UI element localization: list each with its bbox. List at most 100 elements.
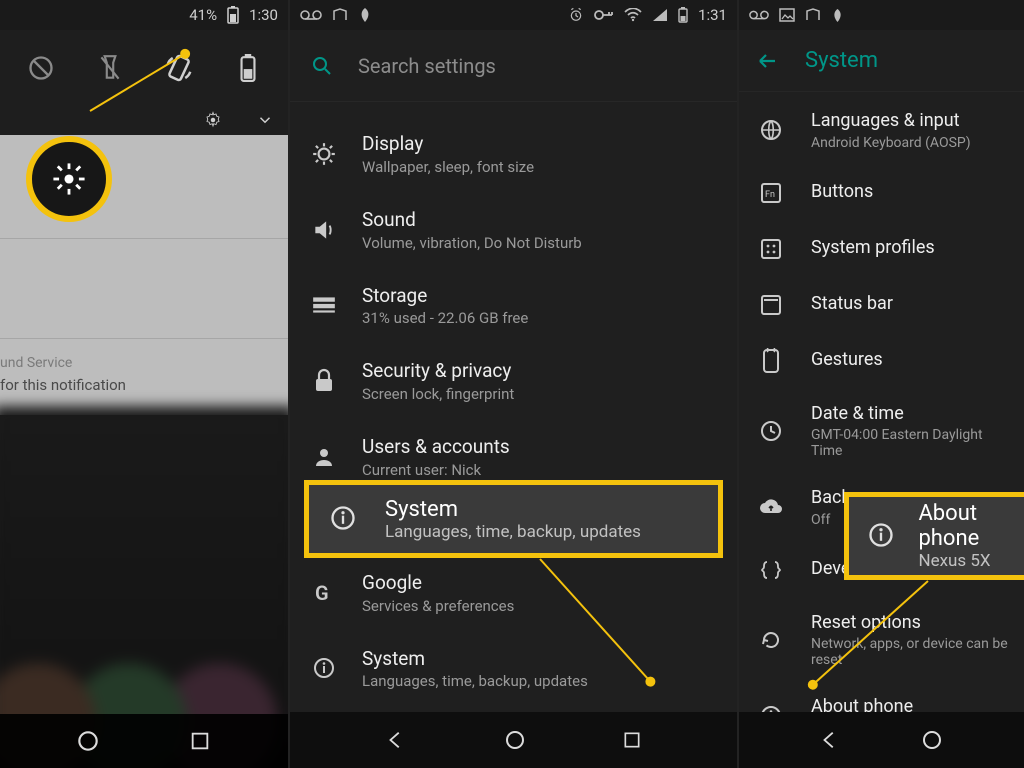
google-icon: G <box>310 579 338 607</box>
person-icon <box>310 443 338 471</box>
callout-settings-gear <box>26 136 112 222</box>
setting-title: Display <box>362 132 534 156</box>
vpn-key-icon <box>594 9 614 21</box>
setting-subtitle: Nexus 5X <box>918 551 1024 571</box>
setting-title: System <box>385 497 641 522</box>
leaf-icon <box>831 8 844 23</box>
screen-system-settings: System Languages & inputAndroid Keyboard… <box>737 0 1024 768</box>
battery-tile[interactable] <box>224 44 272 92</box>
settings-search[interactable]: Search settings <box>290 30 737 102</box>
nav-recent-button[interactable] <box>622 730 642 750</box>
setting-status-bar[interactable]: Status bar <box>739 277 1024 333</box>
braces-icon <box>757 556 785 584</box>
nav-back-button[interactable] <box>819 729 841 751</box>
info-icon <box>329 504 359 534</box>
setting-subtitle: Wallpaper, sleep, font size <box>362 158 534 176</box>
image-icon <box>779 8 795 22</box>
voicemail-icon <box>300 9 322 21</box>
cloud-upload-icon <box>757 493 785 521</box>
setting-subtitle: Services & preferences <box>362 597 514 615</box>
setting-title: Gestures <box>811 349 883 372</box>
nav-recent-button[interactable] <box>176 717 224 765</box>
quick-settings-footer <box>0 105 288 135</box>
alarm-icon <box>568 7 584 23</box>
setting-title: Sound <box>362 208 582 232</box>
setting-title: Users & accounts <box>362 435 510 459</box>
notification-title: und Service <box>0 353 278 374</box>
setting-subtitle: Languages, time, backup, updates <box>362 672 588 690</box>
setting-title: Status bar <box>811 293 893 316</box>
setting-title: Buttons <box>811 181 873 204</box>
quick-settings-panel <box>0 30 288 105</box>
wifi-icon <box>624 8 642 22</box>
profiles-icon <box>757 235 785 263</box>
voicemail-icon <box>749 9 769 21</box>
navigation-bar <box>290 712 737 768</box>
screen-quicksettings: 41% 1:30 und Service for this <box>0 0 288 768</box>
search-placeholder: Search settings <box>358 54 496 78</box>
notification-icon <box>332 8 348 22</box>
setting-title: System profiles <box>811 237 935 260</box>
storage-icon <box>310 291 338 319</box>
globe-icon <box>757 116 785 144</box>
setting-storage[interactable]: Storage31% used - 22.06 GB free <box>290 268 737 344</box>
setting-security[interactable]: Security & privacyScreen lock, fingerpri… <box>290 343 737 419</box>
nav-back-button[interactable] <box>385 729 407 751</box>
fn-key-icon: Fn <box>757 179 785 207</box>
battery-percent: 41% <box>189 6 217 24</box>
clock: 1:30 <box>249 6 278 24</box>
notification-card[interactable] <box>0 239 288 339</box>
nav-home-button[interactable] <box>64 717 112 765</box>
navigation-bar <box>0 714 288 768</box>
setting-title: Storage <box>362 284 528 308</box>
notification-icon <box>805 8 821 22</box>
setting-google[interactable]: G GoogleServices & preferences <box>290 555 737 631</box>
display-icon <box>310 140 338 168</box>
setting-languages-input[interactable]: Languages & inputAndroid Keyboard (AOSP) <box>739 96 1024 165</box>
setting-sound[interactable]: Sound Volume, vibration, Do Not Disturb <box>290 192 737 268</box>
nav-home-button[interactable] <box>503 728 527 752</box>
navigation-bar <box>739 712 1024 768</box>
info-icon <box>867 521 896 551</box>
notification-card[interactable]: und Service for this notification <box>0 339 288 411</box>
settings-list: Display Wallpaper, sleep, font size Sound… <box>290 102 737 706</box>
svg-text:G: G <box>315 581 329 605</box>
gestures-icon <box>757 347 785 375</box>
settings-gear-icon[interactable] <box>204 111 222 129</box>
cell-signal-icon <box>652 8 668 22</box>
system-settings-list: Languages & inputAndroid Keyboard (AOSP)… <box>739 92 1024 751</box>
nav-home-button[interactable] <box>920 728 944 752</box>
setting-subtitle: Current user: Nick <box>362 461 510 479</box>
setting-system-dup[interactable]: SystemLanguages, time, backup, updates <box>290 631 737 707</box>
status-bar: 41% 1:30 <box>0 0 288 30</box>
setting-subtitle: Volume, vibration, Do Not Disturb <box>362 234 582 252</box>
setting-subtitle: 31% used - 22.06 GB free <box>362 309 528 327</box>
callout-system-item: SystemLanguages, time, backup, updates <box>304 480 723 558</box>
restore-icon <box>757 626 785 654</box>
leaf-icon <box>358 7 372 23</box>
notification-text: for this notification <box>0 374 278 397</box>
svg-text:Fn: Fn <box>765 190 775 200</box>
info-icon <box>310 654 338 682</box>
setting-buttons[interactable]: Fn Buttons <box>739 165 1024 221</box>
clock-icon <box>757 417 785 445</box>
expand-icon[interactable] <box>256 111 274 129</box>
status-bar: 1:31 <box>290 0 737 30</box>
clock: 1:31 <box>698 6 727 24</box>
setting-subtitle: Languages, time, backup, updates <box>385 522 641 542</box>
callout-about-phone: About phoneNexus 5X <box>844 492 1024 580</box>
dnd-tile[interactable] <box>17 44 65 92</box>
setting-display[interactable]: Display Wallpaper, sleep, font size <box>290 116 737 192</box>
setting-title: Languages & input <box>811 110 971 133</box>
setting-title: Security & privacy <box>362 359 514 383</box>
setting-date-time[interactable]: Date & timeGMT-04:00 Eastern Daylight Ti… <box>739 389 1024 474</box>
setting-subtitle: Network, apps, or device can be reset <box>811 636 1010 668</box>
back-arrow-icon[interactable] <box>755 49 779 73</box>
sound-icon <box>310 216 338 244</box>
setting-gestures[interactable]: Gestures <box>739 333 1024 389</box>
setting-system-profiles[interactable]: System profiles <box>739 221 1024 277</box>
setting-reset-options[interactable]: Reset optionsNetwork, apps, or device ca… <box>739 598 1024 683</box>
statusbar-icon <box>757 291 785 319</box>
flashlight-tile[interactable] <box>86 44 134 92</box>
page-title: System <box>805 48 878 73</box>
